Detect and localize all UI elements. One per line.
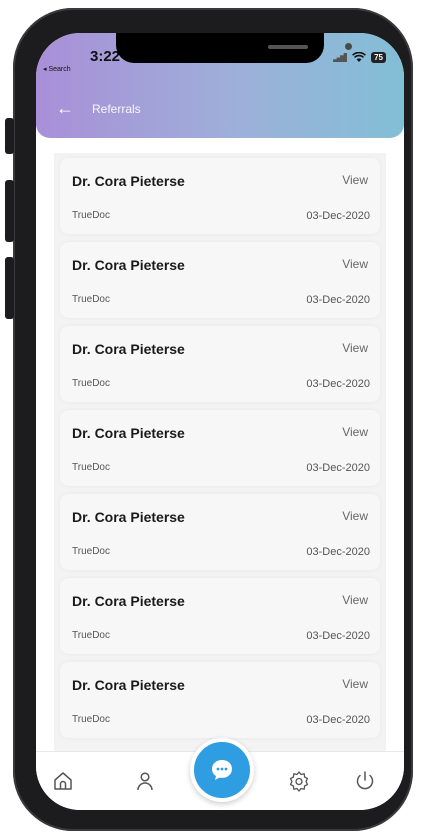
organization: TrueDoc xyxy=(72,210,110,221)
status-icons: 75 xyxy=(333,52,386,63)
view-link[interactable]: View xyxy=(342,425,368,439)
chat-button[interactable] xyxy=(190,738,254,802)
side-button xyxy=(5,257,14,319)
side-button xyxy=(5,118,14,154)
referral-card[interactable]: Dr. Cora Pieterse View TrueDoc 03-Dec-20… xyxy=(60,242,380,318)
organization: TrueDoc xyxy=(72,294,110,305)
referral-card[interactable]: Dr. Cora Pieterse View TrueDoc 03-Dec-20… xyxy=(60,326,380,402)
doctor-name: Dr. Cora Pieterse xyxy=(72,593,185,609)
referral-card[interactable]: Dr. Cora Pieterse View TrueDoc 03-Dec-20… xyxy=(60,662,380,738)
home-icon[interactable] xyxy=(50,768,76,794)
doctor-name: Dr. Cora Pieterse xyxy=(72,173,185,189)
doctor-name: Dr. Cora Pieterse xyxy=(72,425,185,441)
back-arrow-icon[interactable]: ← xyxy=(56,99,74,117)
view-link[interactable]: View xyxy=(342,341,368,355)
notch xyxy=(116,33,352,63)
page-title: Referrals xyxy=(92,102,141,116)
organization: TrueDoc xyxy=(72,378,110,389)
battery-indicator: 75 xyxy=(371,52,386,63)
organization: TrueDoc xyxy=(72,630,110,641)
power-icon[interactable] xyxy=(352,768,378,794)
doctor-name: Dr. Cora Pieterse xyxy=(72,677,185,693)
referral-date: 03-Dec-2020 xyxy=(306,294,370,306)
view-link[interactable]: View xyxy=(342,257,368,271)
referral-card[interactable]: Dr. Cora Pieterse View TrueDoc 03-Dec-20… xyxy=(60,578,380,654)
referral-card[interactable]: Dr. Cora Pieterse View TrueDoc 03-Dec-20… xyxy=(60,410,380,486)
settings-icon[interactable] xyxy=(286,768,312,794)
profile-icon[interactable] xyxy=(132,768,158,794)
wifi-icon xyxy=(352,52,367,62)
side-button xyxy=(5,180,14,242)
view-link[interactable]: View xyxy=(342,677,368,691)
bottom-tab-bar xyxy=(36,738,404,810)
referral-list[interactable]: Dr. Cora Pieterse View TrueDoc 03-Dec-20… xyxy=(54,153,386,753)
signal-icon xyxy=(333,53,348,62)
doctor-name: Dr. Cora Pieterse xyxy=(72,509,185,525)
camera xyxy=(345,43,352,50)
doctor-name: Dr. Cora Pieterse xyxy=(72,341,185,357)
organization: TrueDoc xyxy=(72,546,110,557)
referral-date: 03-Dec-2020 xyxy=(306,462,370,474)
referral-date: 03-Dec-2020 xyxy=(306,630,370,642)
doctor-name: Dr. Cora Pieterse xyxy=(72,257,185,273)
status-time: 3:22 xyxy=(90,48,121,65)
referral-date: 03-Dec-2020 xyxy=(306,546,370,558)
referral-date: 03-Dec-2020 xyxy=(306,378,370,390)
view-link[interactable]: View xyxy=(342,173,368,187)
view-link[interactable]: View xyxy=(342,509,368,523)
app-screen: 3:22 ◂ Search 75 ← Referrals Dr. Cora Pi… xyxy=(36,33,404,810)
referral-card[interactable]: Dr. Cora Pieterse View TrueDoc 03-Dec-20… xyxy=(60,158,380,234)
organization: TrueDoc xyxy=(72,462,110,473)
referral-date: 03-Dec-2020 xyxy=(306,210,370,222)
speaker xyxy=(268,45,308,49)
view-link[interactable]: View xyxy=(342,593,368,607)
chat-icon xyxy=(212,760,232,780)
back-to-search-link[interactable]: ◂ Search xyxy=(43,65,71,73)
organization: TrueDoc xyxy=(72,714,110,725)
referral-card[interactable]: Dr. Cora Pieterse View TrueDoc 03-Dec-20… xyxy=(60,494,380,570)
referral-date: 03-Dec-2020 xyxy=(306,714,370,726)
